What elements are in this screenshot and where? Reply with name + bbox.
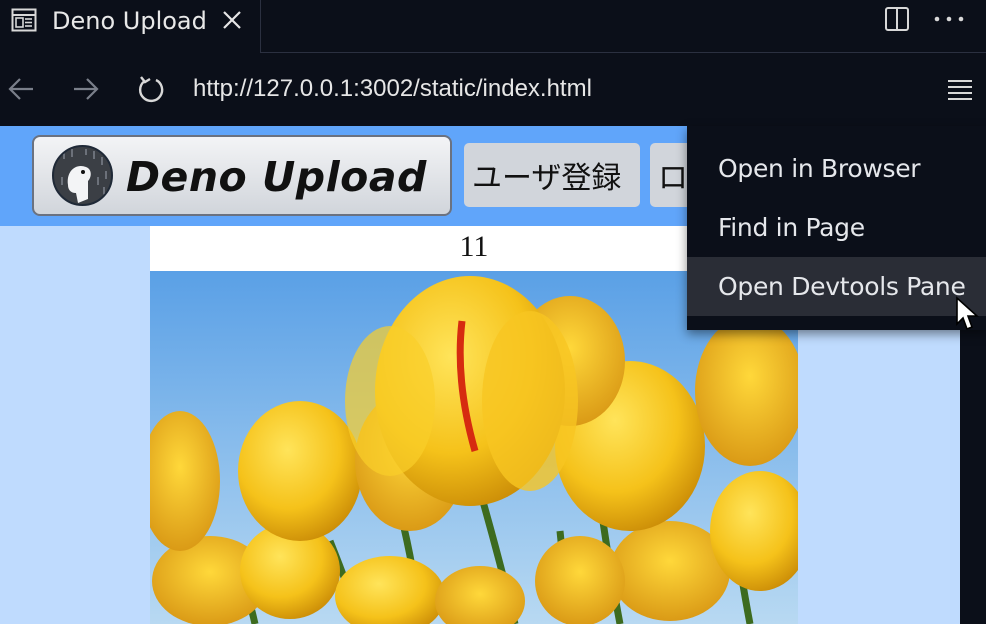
url-field[interactable]: http://127.0.0.1:3002/static/index.html: [193, 75, 592, 103]
tab-bar: Deno Upload: [0, 0, 986, 53]
menu-item-open-in-browser[interactable]: Open in Browser: [687, 139, 986, 198]
menu-item-open-devtools-pane[interactable]: Open Devtools Pane: [687, 257, 986, 316]
register-button[interactable]: ユーザ登録: [464, 143, 640, 207]
hamburger-menu-icon[interactable]: [947, 78, 973, 100]
site-logo-text: Deno Upload: [126, 153, 427, 201]
more-horizontal-icon[interactable]: [934, 16, 964, 22]
address-bar: http://127.0.0.1:3002/static/index.html: [0, 53, 986, 126]
context-menu: Open in Browser Find in Page Open Devtoo…: [687, 126, 986, 330]
arrow-left-icon[interactable]: [7, 77, 35, 101]
reload-icon[interactable]: [137, 74, 165, 104]
close-icon[interactable]: [220, 8, 244, 32]
arrow-right-icon[interactable]: [72, 77, 100, 101]
mouse-cursor-icon: [956, 296, 979, 331]
deno-dinosaur-icon: [52, 145, 113, 206]
tab-deno-upload[interactable]: Deno Upload: [0, 0, 261, 53]
page-layout-icon: [11, 8, 37, 32]
split-view-icon[interactable]: [884, 6, 910, 32]
tab-title: Deno Upload: [52, 7, 207, 35]
menu-item-find-in-page[interactable]: Find in Page: [687, 198, 986, 257]
logo-button[interactable]: Deno Upload: [32, 135, 452, 216]
